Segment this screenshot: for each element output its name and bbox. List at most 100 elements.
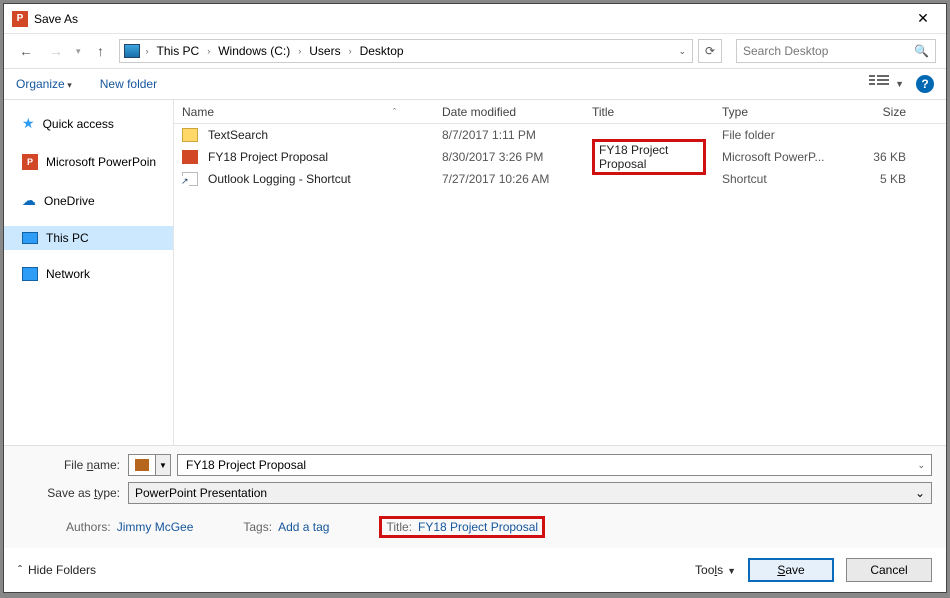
- file-type: Microsoft PowerP...: [714, 150, 834, 164]
- up-button[interactable]: ↑: [89, 39, 113, 63]
- cancel-button[interactable]: Cancel: [846, 558, 932, 582]
- close-icon: ✕: [917, 10, 929, 27]
- bottom-panel: File name: ▼ ⌄ Save as type: PowerPoint …: [4, 445, 946, 548]
- recent-locations-dropdown[interactable]: ▾: [74, 46, 83, 57]
- save-as-dialog: P Save As ✕ ← → ▾ ↑ › This PC › Windows …: [3, 3, 947, 593]
- file-name: FY18 Project Proposal: [208, 150, 328, 164]
- filename-input[interactable]: ⌄: [177, 454, 932, 476]
- cancel-label: Cancel: [870, 563, 907, 577]
- file-rows: TextSearch 8/7/2017 1:11 PM File folder …: [174, 124, 946, 445]
- footer-bar: ˆ Hide Folders Tools▼ Save Cancel: [4, 548, 946, 592]
- star-icon: ★: [22, 115, 35, 132]
- nav-label: Network: [46, 267, 90, 281]
- authors-label: Authors:: [66, 520, 111, 534]
- file-size: 36 KB: [834, 150, 914, 164]
- chevron-up-icon: ˆ: [18, 563, 22, 577]
- breadcrumb-segment[interactable]: Users: [305, 42, 344, 60]
- chevron-right-icon: ›: [347, 46, 354, 56]
- file-type: File folder: [714, 128, 834, 142]
- short-icon: [182, 172, 198, 186]
- nav-row: ← → ▾ ↑ › This PC › Windows (C:) › Users…: [4, 34, 946, 68]
- hide-folders-button[interactable]: ˆ Hide Folders: [18, 563, 96, 577]
- file-name: TextSearch: [208, 128, 268, 142]
- nav-network[interactable]: Network: [4, 262, 173, 286]
- breadcrumb-segment[interactable]: Windows (C:): [214, 42, 294, 60]
- col-header-name[interactable]: Name ˆ: [174, 105, 434, 119]
- nav-label: Microsoft PowerPoin: [46, 155, 156, 169]
- view-icon: [869, 75, 891, 93]
- forward-button[interactable]: →: [44, 39, 68, 63]
- savetype-label: Save as type:: [18, 486, 128, 500]
- title-value[interactable]: FY18 Project Proposal: [418, 520, 538, 534]
- chevron-down-icon[interactable]: ⌄: [917, 460, 925, 471]
- filetype-icon-dropdown[interactable]: ▼: [155, 454, 171, 476]
- nav-this-pc[interactable]: This PC: [4, 226, 173, 250]
- filename-label: File name:: [18, 458, 128, 472]
- organize-menu[interactable]: Organize: [16, 77, 72, 91]
- filetype-icon-box[interactable]: [128, 454, 156, 476]
- network-icon: [22, 267, 38, 281]
- save-button[interactable]: Save: [748, 558, 834, 582]
- sort-asc-icon: ˆ: [393, 107, 396, 117]
- nav-quick-access[interactable]: ★ Quick access: [4, 110, 173, 137]
- back-button[interactable]: ←: [14, 39, 38, 63]
- powerpoint-icon: P: [12, 11, 28, 27]
- metadata-row: Authors: Jimmy McGee Tags: Add a tag Tit…: [18, 510, 932, 538]
- col-header-size[interactable]: Size: [834, 105, 914, 119]
- file-title: FY18 Project Proposal: [584, 139, 714, 175]
- folder-icon: [182, 128, 198, 142]
- file-type: Shortcut: [714, 172, 834, 186]
- file-date: 8/30/2017 3:26 PM: [434, 150, 584, 164]
- new-folder-button[interactable]: New folder: [100, 77, 157, 91]
- refresh-icon: ⟳: [705, 44, 715, 58]
- file-row[interactable]: FY18 Project Proposal 8/30/2017 3:26 PM …: [174, 146, 946, 168]
- tools-menu[interactable]: Tools▼: [695, 563, 736, 577]
- titlebar: P Save As ✕: [4, 4, 946, 34]
- file-row[interactable]: Outlook Logging - Shortcut 7/27/2017 10:…: [174, 168, 946, 190]
- view-options-button[interactable]: ▼: [869, 75, 904, 93]
- chevron-down-icon: ⌄: [915, 486, 925, 500]
- arrow-left-icon: ←: [19, 43, 33, 59]
- savetype-value: PowerPoint Presentation: [135, 486, 267, 500]
- title-meta-highlight: Title: FY18 Project Proposal: [379, 516, 545, 538]
- nav-powerpoint[interactable]: P Microsoft PowerPoin: [4, 149, 173, 175]
- col-header-type[interactable]: Type: [714, 105, 834, 119]
- search-input[interactable]: Search Desktop 🔍: [736, 39, 936, 63]
- file-name: Outlook Logging - Shortcut: [208, 172, 351, 186]
- breadcrumb-segment[interactable]: This PC: [153, 42, 204, 60]
- tags-label: Tags:: [243, 520, 272, 534]
- title-cell-highlight: FY18 Project Proposal: [592, 139, 706, 175]
- file-row[interactable]: TextSearch 8/7/2017 1:11 PM File folder: [174, 124, 946, 146]
- help-button[interactable]: ?: [916, 75, 934, 93]
- briefcase-icon: [135, 459, 149, 471]
- hide-folders-label: Hide Folders: [28, 563, 96, 577]
- filename-text[interactable]: [184, 457, 917, 473]
- address-bar[interactable]: › This PC › Windows (C:) › Users › Deskt…: [119, 39, 693, 63]
- refresh-button[interactable]: ⟳: [698, 39, 722, 63]
- col-header-date[interactable]: Date modified: [434, 105, 584, 119]
- ppt-icon: [182, 150, 198, 164]
- chevron-right-icon: ›: [144, 46, 151, 56]
- col-label: Name: [182, 105, 214, 119]
- arrow-right-icon: →: [49, 43, 63, 59]
- savetype-combobox[interactable]: PowerPoint Presentation ⌄: [128, 482, 932, 504]
- toolbar: Organize New folder ▼ ?: [4, 68, 946, 100]
- powerpoint-icon: P: [22, 154, 38, 170]
- nav-onedrive[interactable]: ☁ OneDrive: [4, 187, 173, 214]
- breadcrumb-segment[interactable]: Desktop: [356, 42, 408, 60]
- address-dropdown[interactable]: ⌄: [674, 46, 690, 57]
- chevron-right-icon: ›: [205, 46, 212, 56]
- tags-value[interactable]: Add a tag: [278, 520, 329, 534]
- column-headers: Name ˆ Date modified Title Type Size: [174, 100, 946, 124]
- close-button[interactable]: ✕: [900, 4, 946, 34]
- authors-value[interactable]: Jimmy McGee: [117, 520, 194, 534]
- col-header-title[interactable]: Title: [584, 105, 714, 119]
- monitor-icon: [22, 232, 38, 244]
- nav-label: This PC: [46, 231, 89, 245]
- nav-label: OneDrive: [44, 194, 95, 208]
- arrow-up-icon: ↑: [97, 43, 104, 59]
- chevron-right-icon: ›: [296, 46, 303, 56]
- title-label: Title:: [386, 520, 412, 534]
- file-list-area: Name ˆ Date modified Title Type Size Tex…: [174, 100, 946, 445]
- cloud-icon: ☁: [22, 192, 36, 209]
